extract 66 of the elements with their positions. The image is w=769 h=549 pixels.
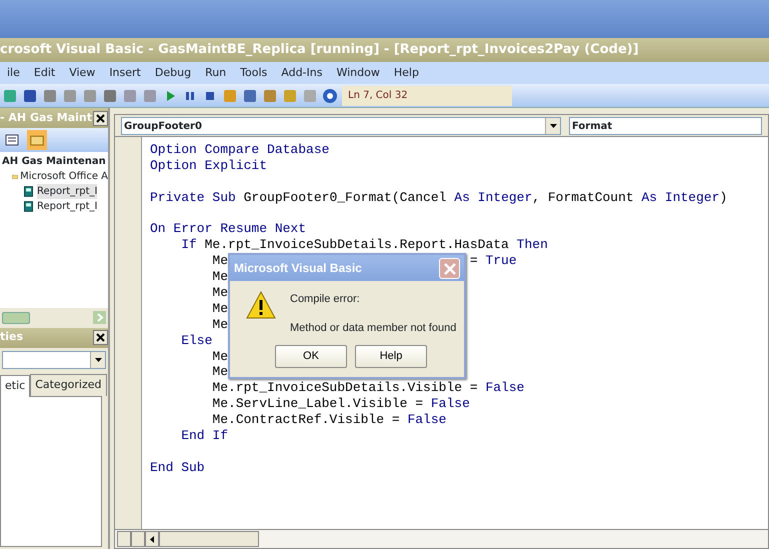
object-dropdown[interactable] — [2, 350, 106, 368]
properties-tab[interactable]: etic — [0, 374, 30, 396]
tree-item[interactable]: Report_rpt_I — [37, 199, 98, 214]
code-line: Me.rpt_InvoiceSubDetails.Visible = False — [211, 380, 524, 396]
object-combo-value: GroupFooter0 — [124, 120, 202, 134]
procedure-view-button[interactable] — [117, 531, 131, 547]
properties-tab[interactable]: Categorized — [30, 374, 107, 396]
panel-title: - AH Gas Maint — [0, 110, 92, 126]
scroll-left-icon — [150, 536, 154, 542]
code-line: Me.ServLine_Label.Visible = False — [211, 396, 470, 412]
menu-item[interactable]: Run — [198, 64, 234, 82]
menu-item[interactable]: Debug — [148, 64, 198, 82]
code-line: Me — [211, 316, 228, 333]
code-line: Private Sub GroupFooter0_Format(Cancel As Integer, FormatCount As Integer) — [150, 190, 728, 206]
module-icon — [22, 185, 35, 198]
help-icon[interactable] — [322, 88, 338, 104]
code-line: Me — [211, 285, 228, 301]
panel-title: ties — [0, 329, 24, 346]
code-line: End Sub — [150, 460, 205, 476]
warning-icon — [246, 291, 276, 319]
dialog-button[interactable]: Help — [355, 345, 427, 368]
code-fragment: = True — [470, 253, 517, 270]
code-line: If Me.rpt_InvoiceSubDetails.Report.HasData Then — [180, 237, 548, 254]
code-line: Me — [211, 269, 228, 286]
error-message: Method or data member not found — [290, 320, 456, 336]
close-icon — [96, 114, 105, 123]
scrollbar-thumb[interactable] — [2, 312, 30, 324]
menu-item[interactable]: Tools — [233, 64, 274, 82]
tree-item[interactable]: Report_rpt_I — [37, 184, 98, 199]
scrollbar-thumb[interactable] — [159, 531, 259, 547]
code-line: Me — [211, 364, 228, 380]
procedure-combo-value: Format — [572, 120, 612, 134]
menu-item[interactable]: ile — [0, 64, 27, 82]
tree-item[interactable]: AH Gas Maintenan — [2, 154, 106, 169]
menu-item[interactable]: View — [62, 64, 102, 82]
dialog-title: Microsoft Visual Basic — [234, 260, 362, 277]
folder-icon[interactable] — [26, 130, 48, 150]
view-code-icon[interactable] — [4, 132, 20, 148]
menu-item[interactable]: Window — [329, 64, 387, 82]
close-icon — [96, 333, 105, 342]
menu-item[interactable]: Help — [386, 64, 426, 82]
menu-item[interactable]: Insert — [102, 64, 148, 82]
code-line: Option Compare Database — [150, 142, 330, 158]
code-line: Else — [180, 332, 212, 349]
code-line: Option Explicit — [150, 158, 268, 174]
error-heading: Compile error: — [290, 292, 361, 307]
close-button[interactable] — [93, 110, 108, 126]
menu-item[interactable]: Add-Ins — [274, 64, 330, 82]
menu-item[interactable]: Edit — [26, 64, 62, 82]
cursor-position: Ln 7, Col 32 — [342, 86, 512, 106]
code-line: Me — [211, 300, 228, 317]
dialog-button[interactable]: OK — [275, 345, 347, 368]
code-line: Me.ContractRef.Visible = False — [211, 412, 446, 428]
close-button[interactable] — [93, 330, 108, 345]
tree-item[interactable]: Microsoft Office A — [20, 169, 108, 184]
code-line: Me — [211, 348, 228, 364]
code-line: Me — [211, 253, 228, 270]
dropdown-arrow-icon[interactable] — [550, 124, 556, 128]
module-icon — [22, 200, 35, 213]
code-line: End If — [180, 428, 228, 444]
close-icon — [444, 262, 456, 275]
scroll-right-icon[interactable] — [93, 311, 106, 324]
dropdown-arrow-icon — [94, 358, 102, 362]
scroll-left-button[interactable] — [145, 531, 159, 547]
code-line: On Error Resume Next — [150, 221, 306, 238]
window-title: crosoft Visual Basic - GasMaintBE_Replica [running] - [Report_rpt_Invoices2Pay (Code)] — [0, 38, 769, 62]
